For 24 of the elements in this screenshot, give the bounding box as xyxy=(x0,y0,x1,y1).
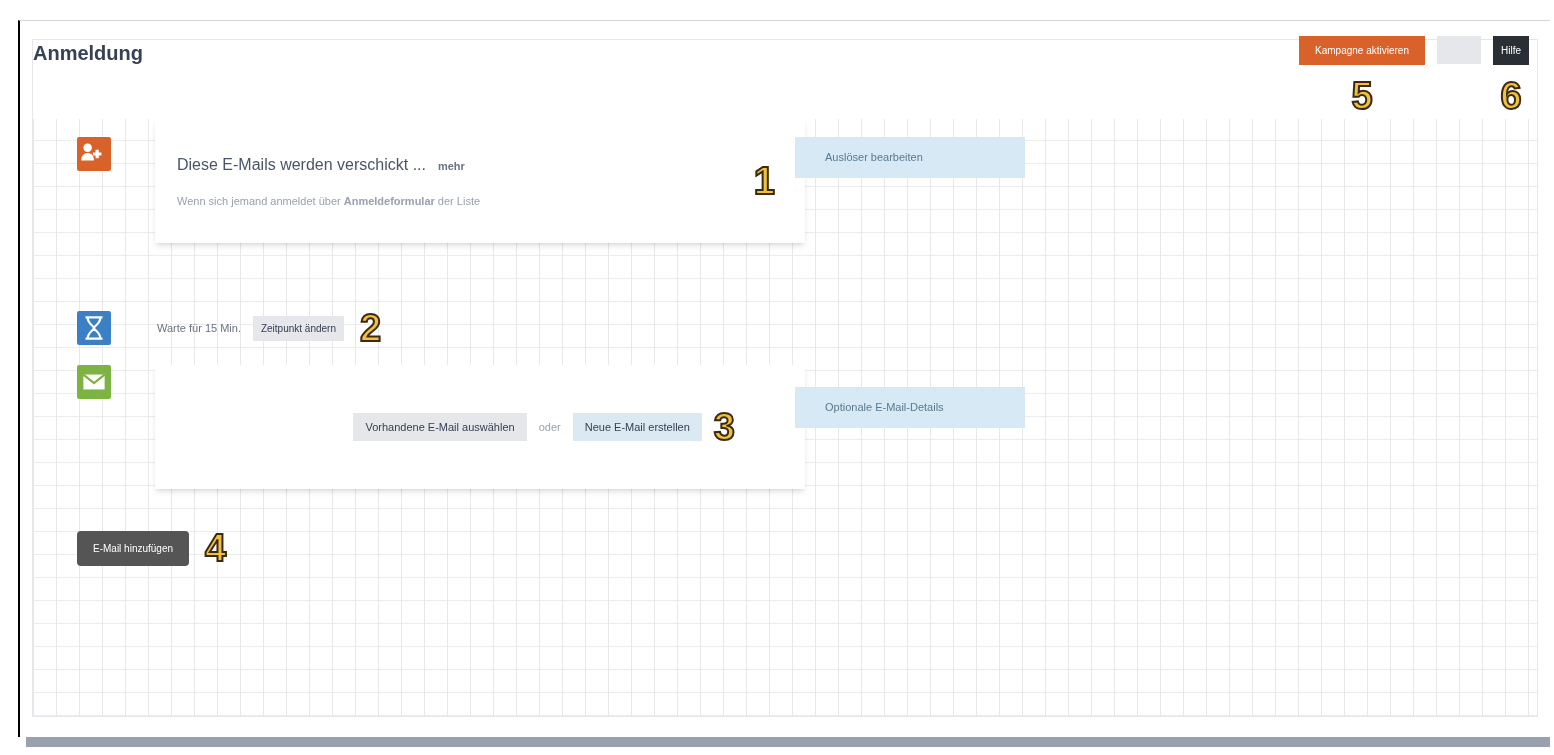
side-label-text: Optionale E-Mail-Details xyxy=(825,400,944,415)
step-number: 4 xyxy=(205,529,227,567)
more-link[interactable]: mehr xyxy=(437,157,465,175)
side-label-text: Auslöser bearbeiten xyxy=(825,150,923,165)
hourglass-icon xyxy=(77,311,111,345)
add-email-button[interactable]: E-Mail hinzufügen xyxy=(77,530,190,566)
help-button[interactable]: Hilfe xyxy=(1493,36,1529,65)
choose-email-button[interactable]: Vorhandene E-Mail auswählen xyxy=(353,412,527,442)
change-time-button[interactable]: Zeitpunkt ändern xyxy=(252,315,344,341)
activate-button[interactable]: Kampagne aktivieren xyxy=(1299,36,1425,65)
step-number: 1 xyxy=(753,162,775,200)
separator-text: oder xyxy=(538,419,561,435)
step-number: 2 xyxy=(360,309,382,347)
step-number: 3 xyxy=(713,408,735,446)
envelope-icon xyxy=(77,365,111,399)
new-email-button[interactable]: Neue E-Mail erstellen xyxy=(572,412,702,442)
card-title: Diese E-Mails werden verschickt ... xyxy=(177,154,426,175)
trigger-description: Wenn sich jemand anmeldet über Anmeldeformular der Liste xyxy=(177,193,482,209)
person-add-icon xyxy=(77,137,111,171)
step-number: 5 xyxy=(1351,77,1373,115)
wait-text: Warte für 15 Min. xyxy=(157,320,241,336)
panel-title: Anmeldung xyxy=(33,41,143,66)
step-number: 6 xyxy=(1500,77,1522,115)
blank-button[interactable] xyxy=(1437,36,1481,64)
